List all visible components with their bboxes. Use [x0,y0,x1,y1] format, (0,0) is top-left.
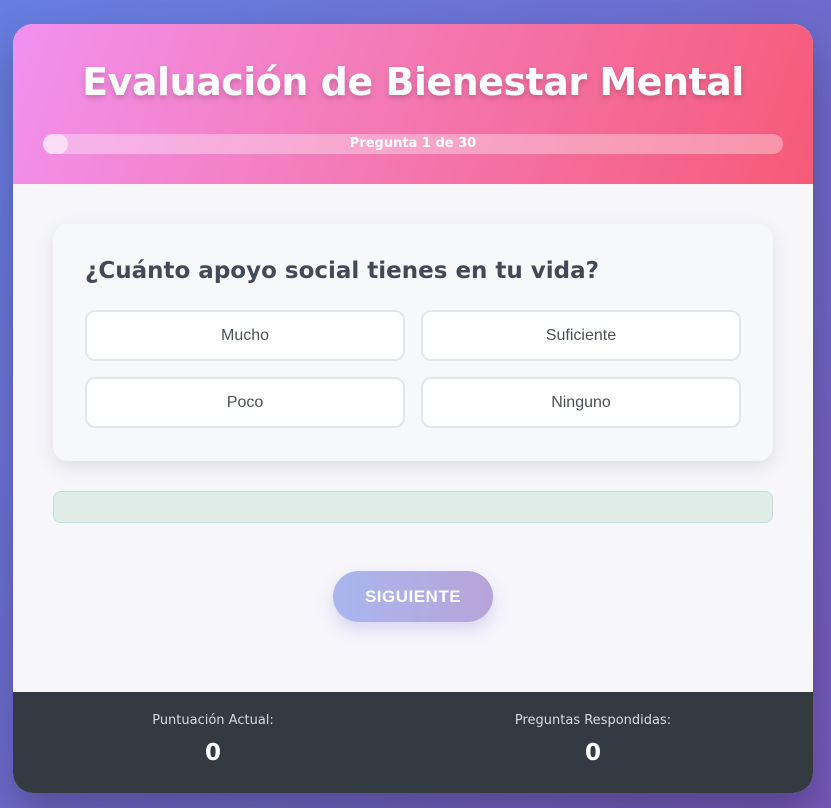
score-footer: Puntuación Actual: 0 Preguntas Respondid… [13,692,813,793]
quiz-card: Evaluación de Bienestar Mental Pregunta … [13,24,813,793]
question-text: ¿Cuánto apoyo social tienes en tu vida? [85,258,600,284]
score-value: 0 [204,740,221,766]
progress-bar: Pregunta 1 de 30 [43,134,783,154]
question-card: ¿Cuánto apoyo social tienes en tu vida? … [53,224,773,461]
progress-text: Pregunta 1 de 30 [349,136,477,151]
answered-stat: Preguntas Respondidas: 0 [393,692,793,793]
option-button-mucho[interactable]: Mucho [85,310,405,361]
option-button-ninguno[interactable]: Ninguno [421,377,741,428]
quiz-header: Evaluación de Bienestar Mental Pregunta … [13,24,813,184]
score-label: Puntuación Actual: [152,713,274,728]
page-title: Evaluación de Bienestar Mental [82,60,744,104]
answered-value: 0 [584,740,601,766]
score-stat: Puntuación Actual: 0 [13,692,413,793]
option-button-poco[interactable]: Poco [85,377,405,428]
next-button[interactable]: SIGUIENTE [333,571,493,622]
option-button-suficiente[interactable]: Suficiente [421,310,741,361]
feedback-box [53,491,773,523]
answered-label: Preguntas Respondidas: [514,713,672,728]
